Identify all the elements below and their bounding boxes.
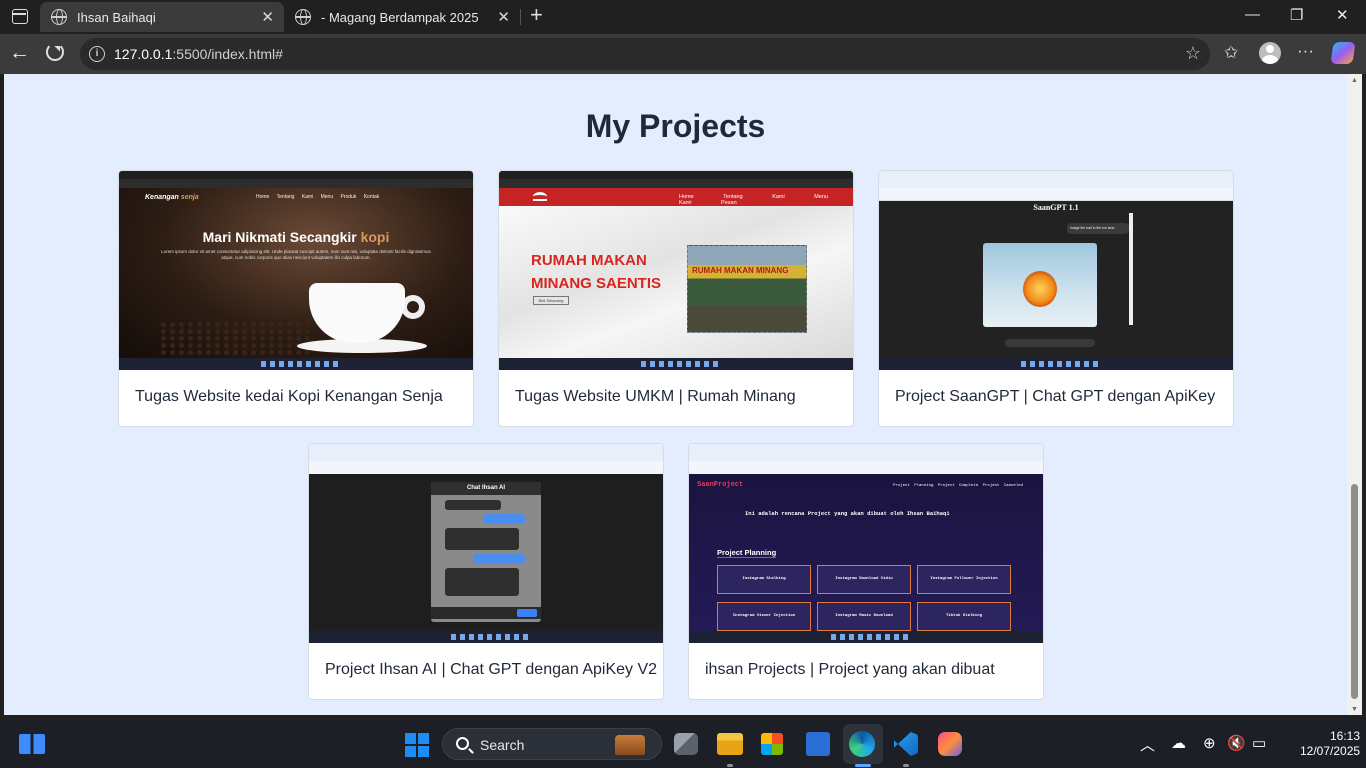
project-card-kopi-kenangan-senja[interactable]: Kenangan senja Home Tentang Kami Menu Pr… [118, 170, 474, 427]
microsoft-store-icon[interactable] [761, 733, 783, 755]
scrollbar-thumb[interactable] [1351, 484, 1358, 699]
battery-icon[interactable]: ▭ [1252, 734, 1266, 752]
close-tab-icon[interactable]: ✕ [261, 8, 274, 26]
scroll-up-icon[interactable]: ▲ [1351, 77, 1358, 84]
section-title: My Projects [585, 108, 766, 144]
page-viewport: My Projects Kenangan senja Home Tentang … [4, 74, 1347, 715]
browser-toolbar: ← i 127.0.0.1:5500/index.html# ☆ ✩ ··· [0, 34, 1366, 74]
copilot-icon[interactable] [1330, 42, 1356, 64]
favorites-icon[interactable]: ✩ [1224, 43, 1238, 63]
taskbar-clock[interactable]: 16:13 12/07/2025 [1300, 729, 1360, 759]
task-view-icon[interactable] [674, 733, 698, 755]
favorite-star-icon[interactable]: ☆ [1185, 43, 1201, 64]
search-highlight-image [615, 735, 645, 755]
network-icon[interactable]: ⊕ [1203, 734, 1216, 752]
project-caption: Tugas Website UMKM | Rumah Minang [515, 388, 796, 405]
chevron-up-icon[interactable]: ︿ [1140, 734, 1155, 755]
tab-title: - Magang Berdampak 2025 [321, 10, 479, 25]
myhp-icon[interactable] [806, 732, 830, 756]
creative-cloud-icon[interactable] [938, 732, 962, 756]
window-frame [1362, 74, 1366, 715]
taskbar-search[interactable]: Search [442, 728, 662, 760]
project-caption: Project SaanGPT | Chat GPT dengan ApiKey [895, 388, 1216, 405]
new-tab-button[interactable]: + [530, 2, 543, 28]
project-caption: Project Ihsan AI | Chat GPT dengan ApiKe… [325, 661, 658, 678]
site-info-icon[interactable]: i [89, 46, 105, 62]
project-screenshot: SaanProject Project Planning Project Com… [689, 444, 1043, 643]
clock-date: 12/07/2025 [1300, 744, 1361, 758]
scroll-down-icon[interactable]: ▼ [1351, 706, 1358, 713]
close-tab-icon[interactable]: ✕ [497, 8, 510, 26]
tab-divider [520, 9, 521, 25]
tab-magang-berdampak[interactable]: - Magang Berdampak 2025 ✕ [284, 2, 520, 32]
file-explorer-icon[interactable] [717, 733, 743, 755]
project-screenshot: SaanGPT 1.1 image fire ball in the ice l… [879, 171, 1233, 370]
address-bar[interactable]: i 127.0.0.1:5500/index.html# ☆ [80, 38, 1210, 70]
project-screenshot: Home Tentang Kami Menu Kami Pesan RUMAH … [499, 171, 853, 370]
url-text[interactable]: 127.0.0.1:5500/index.html# [114, 46, 283, 62]
windows-taskbar: Search ︿ ☁ ⊕ 🔇 ▭ 16:13 12/07/2025 [0, 720, 1366, 768]
reload-button[interactable] [46, 43, 64, 61]
start-button[interactable] [405, 733, 429, 757]
search-icon [456, 737, 469, 750]
browser-tab-strip: Ihsan Baihaqi ✕ - Magang Berdampak 2025 … [0, 0, 1366, 34]
vscode-icon[interactable] [894, 732, 918, 756]
widgets-icon[interactable] [19, 734, 45, 754]
clock-time: 16:13 [1329, 729, 1360, 743]
profile-avatar[interactable] [1259, 42, 1281, 64]
more-menu-icon[interactable]: ··· [1297, 41, 1314, 61]
onedrive-icon[interactable]: ☁ [1171, 734, 1186, 752]
back-button[interactable]: ← [9, 41, 30, 65]
volume-muted-icon[interactable]: 🔇 [1227, 734, 1246, 752]
project-screenshot: Kenangan senja Home Tentang Kami Menu Pr… [119, 171, 473, 370]
search-label: Search [480, 737, 525, 753]
tab-ihsan-baihaqi[interactable]: Ihsan Baihaqi ✕ [40, 2, 284, 32]
project-card-saangpt[interactable]: SaanGPT 1.1 image fire ball in the ice l… [878, 170, 1234, 427]
project-screenshot: Chat Ihsan AI [309, 444, 663, 643]
tab-title: Ihsan Baihaqi [77, 10, 156, 25]
project-card-ihsan-ai[interactable]: Chat Ihsan AI Project Ihsan AI | Chat GP… [308, 443, 664, 700]
project-caption: Tugas Website kedai Kopi Kenangan Senja [135, 388, 443, 405]
tab-actions-icon[interactable] [12, 9, 28, 24]
edge-icon[interactable] [849, 731, 875, 757]
restore-button[interactable]: ❐ [1290, 6, 1303, 24]
globe-icon [51, 9, 67, 25]
globe-icon [295, 9, 311, 25]
minimize-button[interactable]: — [1245, 6, 1260, 23]
page-scrollbar[interactable]: ▲ ▼ [1347, 74, 1362, 715]
project-caption: ihsan Projects | Project yang akan dibua… [705, 661, 995, 678]
project-card-ihsan-projects[interactable]: SaanProject Project Planning Project Com… [688, 443, 1044, 700]
project-card-rumah-minang[interactable]: Home Tentang Kami Menu Kami Pesan RUMAH … [498, 170, 854, 427]
close-window-button[interactable]: ✕ [1336, 6, 1349, 24]
